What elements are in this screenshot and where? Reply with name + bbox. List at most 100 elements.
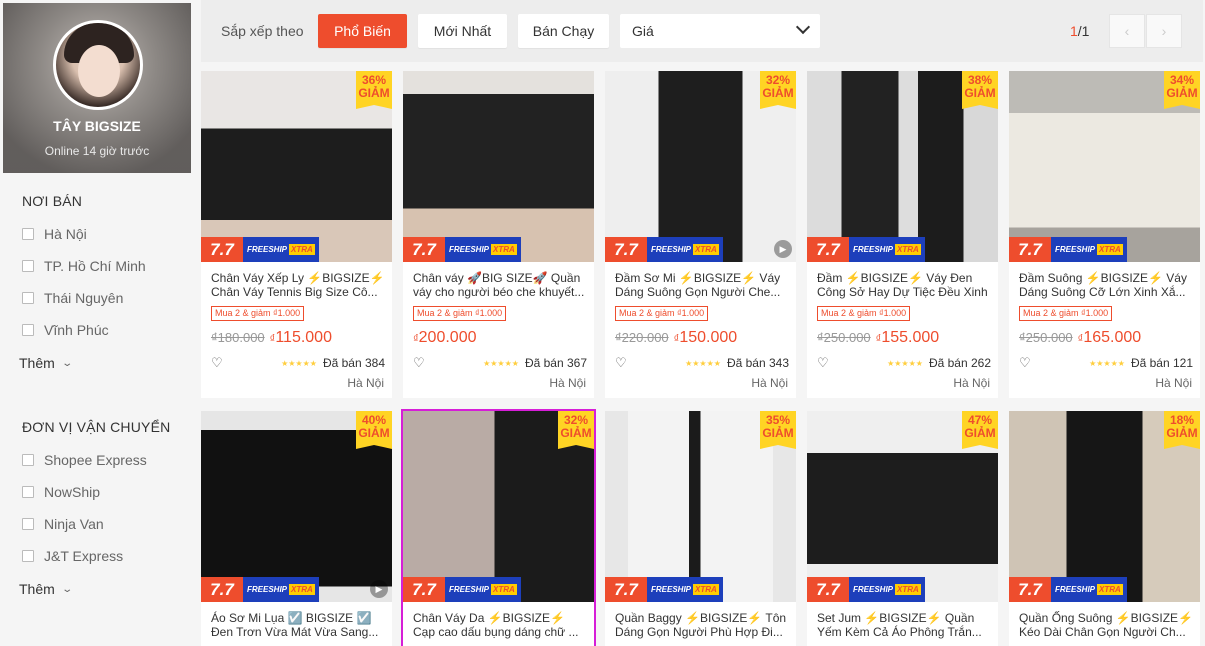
heart-icon[interactable]: ♡ — [211, 356, 223, 369]
freeship-xtra-banner: 7.7 FREESHIP XTRA — [1009, 577, 1179, 602]
product-location: Hà Nội — [1155, 376, 1192, 390]
product-card[interactable]: 7.7 FREESHIP XTRA Chân váy 🚀BIG SIZE🚀 Quần … — [403, 71, 594, 398]
filter-location-hanoi[interactable]: Hà Nội — [22, 226, 87, 242]
product-image[interactable]: 18% GIẢM 7.7 FREESHIP XTRA — [1009, 411, 1200, 602]
product-name[interactable]: Áo Sơ Mi Lụa ☑️ BIGSIZE ☑️ Đen Trơn Vừa … — [211, 611, 385, 639]
product-name[interactable]: Đầm ⚡BIGSIZE⚡ Váy Đen Công Sở Hay Dự Tiệ… — [817, 271, 991, 299]
next-page-button[interactable]: › — [1146, 14, 1182, 48]
checkbox[interactable] — [22, 518, 34, 530]
heart-icon[interactable]: ♡ — [615, 356, 627, 369]
meta-row: ♡ ★★★★★ Đã bán 121 — [1019, 356, 1193, 370]
price-row: ₫220.000 ₫150.000 — [615, 329, 737, 347]
original-price: ₫250.000 — [817, 330, 871, 345]
filter-shipping-ninjavan[interactable]: Ninja Van — [22, 516, 104, 532]
product-image[interactable]: 7.7 FREESHIP XTRA — [403, 71, 594, 262]
product-name[interactable]: Chân váy 🚀BIG SIZE🚀 Quần váy cho người b… — [413, 271, 587, 299]
sort-price-label: Giá — [632, 23, 654, 39]
product-card[interactable]: 32% GIẢM 7.7 FREESHIP XTRA ▶ Đầm Sơ Mi ⚡BIGSIZ… — [605, 71, 796, 398]
product-card[interactable]: 18% GIẢM 7.7 FREESHIP XTRA Quần Ống Suông ⚡BI… — [1009, 411, 1200, 646]
chevron-down-icon: ⌄ — [61, 357, 73, 369]
filter-shipping-title: ĐƠN VỊ VẬN CHUYỂN — [22, 419, 171, 435]
page-total: /1 — [1077, 23, 1090, 39]
product-card[interactable]: 34% GIẢM 7.7 FREESHIP XTRA Đầm Suông ⚡BIGSIZE… — [1009, 71, 1200, 398]
filter-location-hcm[interactable]: TP. Hồ Chí Minh — [22, 258, 146, 274]
heart-icon[interactable]: ♡ — [413, 356, 425, 369]
chevron-down-icon — [795, 19, 811, 35]
product-name[interactable]: Đầm Sơ Mi ⚡BIGSIZE⚡ Váy Dáng Suông Gọn N… — [615, 271, 789, 299]
page-current: 1 — [1070, 23, 1078, 39]
sort-popular-button[interactable]: Phổ Biến — [318, 14, 407, 48]
product-name[interactable]: Đầm Suông ⚡BIGSIZE⚡ Váy Dáng Suông Cỡ Lớ… — [1019, 271, 1193, 299]
meta-row: ♡ ★★★★★ Đã bán 384 — [211, 356, 385, 370]
filter-shipping-list: Shopee Express NowShip Ninja Van J&T Exp… — [22, 452, 192, 572]
checkbox[interactable] — [22, 260, 34, 272]
product-card[interactable]: 40% GIẢM 7.7 FREESHIP XTRA ▶ Áo Sơ Mi Lụa ☑️ B… — [201, 411, 392, 646]
sale-price: ₫115.000 — [269, 329, 332, 346]
checkbox[interactable] — [22, 324, 34, 336]
product-image[interactable]: 36% GIẢM 7.7 FREESHIP XTRA — [201, 71, 392, 262]
sort-newest-button[interactable]: Mới Nhất — [418, 14, 507, 48]
filter-location-thainguyen[interactable]: Thái Nguyên — [22, 290, 123, 306]
sold-count: Đã bán 343 — [726, 356, 789, 370]
product-name[interactable]: Chân Váy Xếp Ly ⚡BIGSIZE⚡ Chân Váy Tenni… — [211, 271, 385, 299]
product-name[interactable]: Quần Ống Suông ⚡BIGSIZE⚡ Kéo Dài Chân Gọ… — [1019, 611, 1193, 639]
shop-name: TÂY BIGSIZE — [53, 118, 141, 134]
original-price: ₫220.000 — [615, 330, 669, 345]
product-image[interactable]: 38% GIẢM 7.7 FREESHIP XTRA — [807, 71, 998, 262]
filter-shipping-nowship[interactable]: NowShip — [22, 484, 100, 500]
heart-icon[interactable]: ♡ — [1019, 356, 1031, 369]
shop-card[interactable]: TÂY BIGSIZE Online 14 giờ trước — [3, 3, 191, 173]
discount-badge: 34% GIẢM — [1164, 71, 1200, 109]
product-image[interactable]: 32% GIẢM 7.7 FREESHIP XTRA — [403, 411, 594, 602]
checkbox[interactable] — [22, 486, 34, 498]
sale-price: ₫150.000 — [673, 329, 738, 346]
prev-page-button[interactable]: ‹ — [1109, 14, 1145, 48]
product-image[interactable]: 32% GIẢM 7.7 FREESHIP XTRA ▶ — [605, 71, 796, 262]
product-card[interactable]: 38% GIẢM 7.7 FREESHIP XTRA Đầm ⚡BIGSIZE⚡ Váy … — [807, 71, 998, 398]
shop-avatar[interactable] — [53, 20, 143, 110]
video-play-icon[interactable]: ▶ — [774, 240, 792, 258]
sold-count: Đã bán 384 — [322, 356, 385, 370]
meta-row: ♡ ★★★★★ Đã bán 343 — [615, 356, 789, 370]
product-card[interactable]: 35% GIẢM 7.7 FREESHIP XTRA Quần Baggy ⚡BIGSIZ… — [605, 411, 796, 646]
meta-row: ♡ ★★★★★ Đã bán 367 — [413, 356, 587, 370]
page-indicator: 1/1 — [1070, 23, 1089, 39]
checkbox[interactable] — [22, 292, 34, 304]
discount-badge: 38% GIẢM — [962, 71, 998, 109]
sold-count: Đã bán 262 — [928, 356, 991, 370]
discount-badge: 32% GIẢM — [558, 411, 594, 449]
product-card[interactable]: 36% GIẢM 7.7 FREESHIP XTRA Chân Váy Xếp Ly ⚡B… — [201, 71, 392, 398]
checkbox[interactable] — [22, 454, 34, 466]
product-card[interactable]: 32% GIẢM 7.7 FREESHIP XTRA Chân Váy Da ⚡BIGSI… — [401, 409, 596, 646]
sale-price: ₫200.000 — [413, 329, 477, 346]
sort-label: Sắp xếp theo — [221, 23, 304, 39]
sort-bar: Sắp xếp theo Phổ Biến Mới Nhất Bán Chạy … — [201, 0, 1203, 62]
filter-shipping-more-button[interactable]: Thêm ⌄ — [19, 581, 73, 597]
sort-price-select[interactable]: Giá — [620, 14, 820, 48]
product-location: Hà Nội — [549, 376, 586, 390]
product-name[interactable]: Quần Baggy ⚡BIGSIZE⚡ Tôn Dáng Gọn Người … — [615, 611, 789, 639]
filter-shipping-jt-express[interactable]: J&T Express — [22, 548, 123, 564]
product-name[interactable]: Chân Váy Da ⚡BIGSIZE⚡ Cạp cao dấu bụng d… — [413, 611, 587, 639]
product-image[interactable]: 40% GIẢM 7.7 FREESHIP XTRA ▶ — [201, 411, 392, 602]
sort-bestseller-button[interactable]: Bán Chạy — [518, 14, 609, 48]
price-row: ₫250.000 ₫155.000 — [817, 329, 939, 347]
checkbox[interactable] — [22, 550, 34, 562]
filter-shipping-shopee-express[interactable]: Shopee Express — [22, 452, 147, 468]
meta-row: ♡ ★★★★★ Đã bán 262 — [817, 356, 991, 370]
video-play-icon[interactable]: ▶ — [370, 580, 388, 598]
product-image[interactable]: 47% GIẢM 7.7 FREESHIP XTRA — [807, 411, 998, 602]
filter-location-vinhphuc[interactable]: Vĩnh Phúc — [22, 322, 109, 338]
product-card[interactable]: 47% GIẢM 7.7 FREESHIP XTRA Set Jum ⚡BIGSIZE⚡ … — [807, 411, 998, 646]
price-row: ₫200.000 — [413, 329, 477, 347]
rating-stars-icon: ★★★★★ — [1089, 358, 1125, 368]
heart-icon[interactable]: ♡ — [817, 356, 829, 369]
freeship-xtra-banner: 7.7 FREESHIP XTRA — [807, 577, 977, 602]
price-row: ₫250.000 ₫165.000 — [1019, 329, 1141, 347]
filter-location-more-button[interactable]: Thêm ⌄ — [19, 355, 73, 371]
product-image[interactable]: 34% GIẢM 7.7 FREESHIP XTRA — [1009, 71, 1200, 262]
product-name[interactable]: Set Jum ⚡BIGSIZE⚡ Quần Yếm Kèm Cả Áo Phô… — [817, 611, 991, 639]
filter-location-list: Hà Nội TP. Hồ Chí Minh Thái Nguyên Vĩnh … — [22, 226, 192, 346]
product-image[interactable]: 35% GIẢM 7.7 FREESHIP XTRA — [605, 411, 796, 602]
checkbox[interactable] — [22, 228, 34, 240]
